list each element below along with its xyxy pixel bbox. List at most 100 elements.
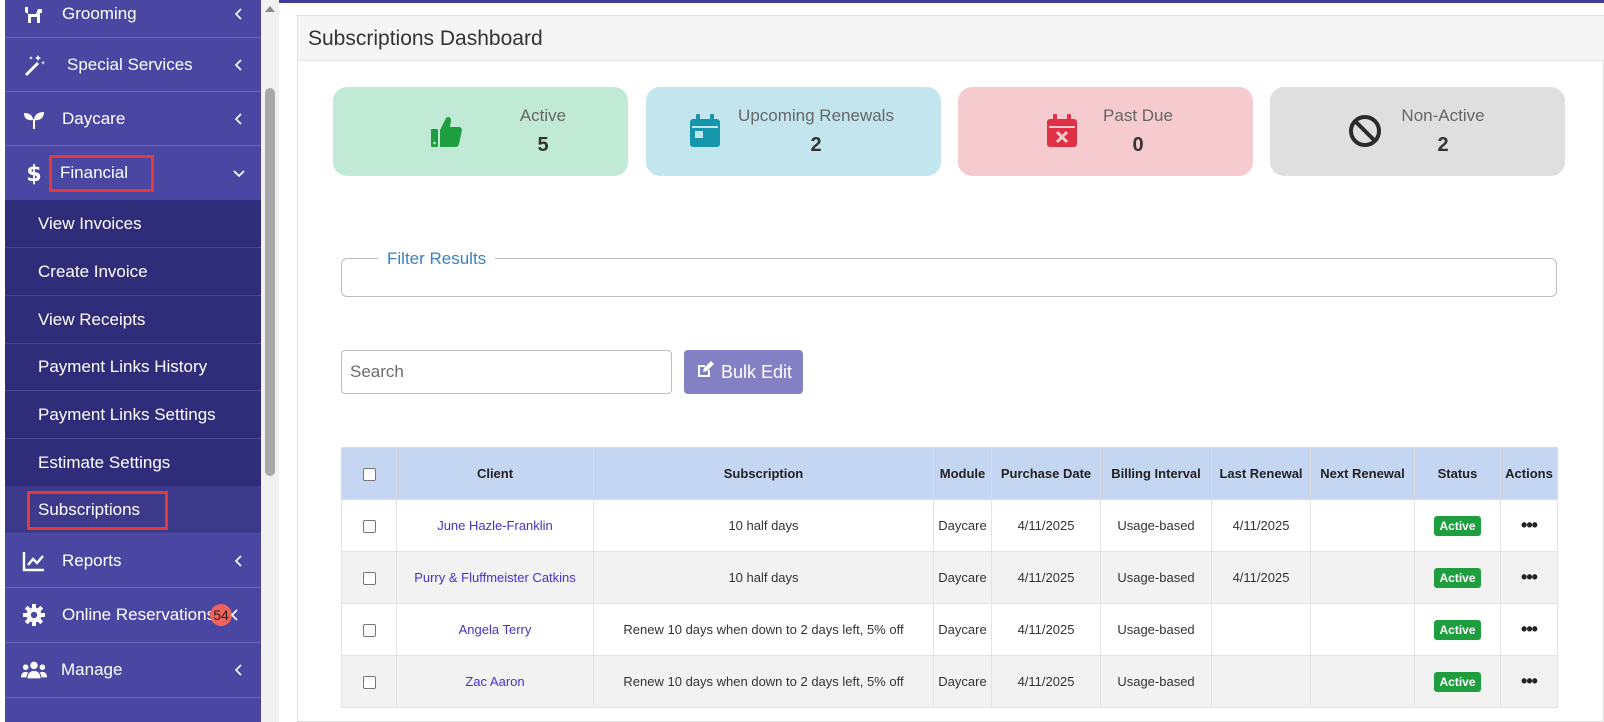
cell-module: Daycare [933, 603, 992, 656]
more-actions-icon[interactable]: ••• [1521, 671, 1538, 691]
client-link[interactable]: June Hazle-Franklin [437, 518, 553, 533]
cell-status: Active [1414, 603, 1501, 656]
col-header-last-renewal[interactable]: Last Renewal [1211, 447, 1311, 500]
card-upcoming-renewals[interactable]: Upcoming Renewals 2 [646, 87, 941, 176]
col-header-module[interactable]: Module [933, 447, 992, 500]
bulk-edit-button[interactable]: Bulk Edit [684, 350, 803, 394]
sidebar-item-label: Manage [61, 660, 123, 679]
col-header-billing-interval[interactable]: Billing Interval [1100, 447, 1212, 500]
row-select-cell [341, 551, 397, 604]
cell-module: Daycare [933, 499, 992, 552]
row-checkbox[interactable] [362, 676, 376, 690]
magic-wand-icon [21, 52, 47, 78]
cell-billing-interval: Usage-based [1100, 655, 1212, 708]
edit-icon [695, 360, 715, 385]
cell-client: June Hazle-Franklin [396, 499, 594, 552]
card-active[interactable]: Active 5 [333, 87, 628, 176]
scrollbar-thumb[interactable] [265, 88, 275, 476]
sidebar-item-manage[interactable]: Manage [5, 643, 261, 698]
status-badge: Active [1434, 619, 1481, 640]
table-row: Purry & Fluffmeister Catkins 10 half day… [341, 551, 1558, 604]
filter-results-legend[interactable]: Filter Results [378, 249, 496, 269]
submenu-estimate-settings[interactable]: Estimate Settings [5, 439, 261, 487]
sidebar-item-label: Online Reservations [62, 605, 216, 624]
cell-client: Purry & Fluffmeister Catkins [396, 551, 594, 604]
cell-status: Active [1414, 551, 1501, 604]
cell-actions: ••• [1500, 551, 1558, 604]
cell-billing-interval: Usage-based [1100, 499, 1212, 552]
cell-purchase-date: 4/11/2025 [991, 603, 1101, 656]
col-header-subscription[interactable]: Subscription [593, 447, 934, 500]
filter-results-fieldset[interactable] [341, 258, 1557, 297]
col-header-next-renewal[interactable]: Next Renewal [1310, 447, 1415, 500]
dog-icon [21, 1, 47, 27]
cell-next-renewal [1310, 655, 1415, 708]
cell-actions: ••• [1500, 655, 1558, 708]
row-checkbox[interactable] [362, 520, 376, 534]
row-checkbox[interactable] [362, 624, 376, 638]
card-label: Past Due [1103, 106, 1173, 125]
col-header-status[interactable]: Status [1414, 447, 1501, 500]
table-row: Angela Terry Renew 10 days when down to … [341, 603, 1558, 656]
seedling-icon [21, 106, 47, 132]
sidebar-scrollbar[interactable] [261, 0, 279, 722]
sidebar-item-daycare[interactable]: Daycare [5, 92, 261, 146]
dollar-icon: $ [21, 160, 47, 186]
client-link[interactable]: Angela Terry [459, 622, 532, 637]
col-header-purchase-date[interactable]: Purchase Date [991, 447, 1101, 500]
cell-purchase-date: 4/11/2025 [991, 655, 1101, 708]
sidebar-item-label: Special Services [67, 54, 193, 74]
status-badge: Active [1434, 515, 1481, 536]
submenu-label: Payment Links History [38, 356, 208, 376]
sidebar-item-online-reservations[interactable]: Online Reservations 54 [5, 588, 261, 643]
client-link[interactable]: Zac Aaron [465, 674, 524, 689]
cell-subscription: Renew 10 days when down to 2 days left, … [593, 603, 934, 656]
more-actions-icon[interactable]: ••• [1521, 515, 1538, 535]
card-label: Upcoming Renewals [738, 106, 894, 125]
col-header-actions: Actions [1500, 447, 1558, 500]
card-value: 5 [537, 134, 549, 156]
cell-last-renewal [1211, 655, 1311, 708]
col-header-client[interactable]: Client [396, 447, 594, 500]
sidebar-item-label: Grooming [62, 3, 137, 23]
chevron-left-icon [231, 6, 247, 22]
cell-actions: ••• [1500, 603, 1558, 656]
highlight-subscriptions [27, 491, 168, 530]
submenu-view-invoices[interactable]: View Invoices [5, 200, 261, 248]
row-select-cell [341, 499, 397, 552]
cell-next-renewal [1310, 603, 1415, 656]
card-value: 2 [810, 134, 822, 156]
users-icon [21, 657, 47, 683]
cell-subscription: 10 half days [593, 551, 934, 604]
cell-status: Active [1414, 499, 1501, 552]
sidebar-item-special-services[interactable]: Special Services [5, 38, 261, 92]
row-checkbox[interactable] [362, 572, 376, 586]
sidebar-item-reports[interactable]: Reports [5, 534, 261, 588]
select-all-checkbox[interactable] [362, 468, 376, 482]
card-non-active[interactable]: Non-Active 2 [1270, 87, 1565, 176]
search-input[interactable] [341, 350, 672, 394]
cell-purchase-date: 4/11/2025 [991, 551, 1101, 604]
submenu-view-receipts[interactable]: View Receipts [5, 296, 261, 344]
more-actions-icon[interactable]: ••• [1521, 619, 1538, 639]
card-value: 0 [1132, 134, 1144, 156]
card-past-due[interactable]: Past Due 0 [958, 87, 1253, 176]
financial-submenu: View Invoices Create Invoice View Receip… [5, 200, 261, 534]
chevron-left-icon [227, 607, 243, 623]
scroll-up-arrow-icon[interactable] [265, 6, 275, 12]
sidebar-item-label: Daycare [62, 108, 126, 128]
submenu-payment-links-settings[interactable]: Payment Links Settings [5, 391, 261, 439]
cell-client: Angela Terry [396, 603, 594, 656]
sidebar-item-grooming[interactable]: Grooming [5, 0, 261, 38]
cell-next-renewal [1310, 499, 1415, 552]
sidebar-item-label: Reports [62, 550, 122, 570]
submenu-label: Payment Links Settings [38, 404, 216, 424]
row-select-cell [341, 603, 397, 656]
cell-next-renewal [1310, 551, 1415, 604]
submenu-payment-links-history[interactable]: Payment Links History [5, 343, 261, 391]
submenu-create-invoice[interactable]: Create Invoice [5, 248, 261, 296]
cell-last-renewal: 4/11/2025 [1211, 499, 1311, 552]
more-actions-icon[interactable]: ••• [1521, 567, 1538, 587]
client-link[interactable]: Purry & Fluffmeister Catkins [414, 570, 576, 585]
chevron-left-icon [231, 57, 247, 73]
